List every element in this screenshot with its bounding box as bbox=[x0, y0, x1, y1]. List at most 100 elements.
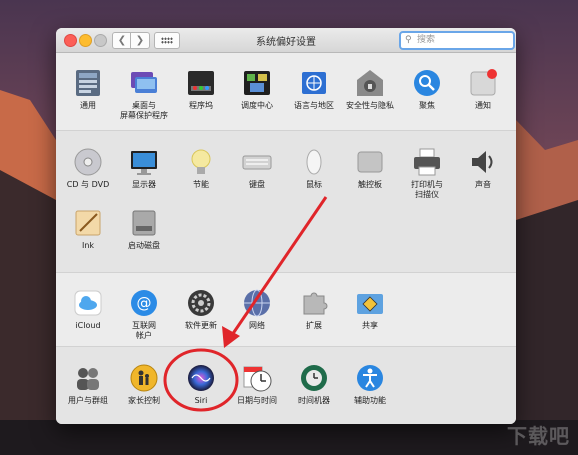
siri-icon bbox=[186, 363, 216, 393]
pref-mouse[interactable]: 鼠标 bbox=[286, 147, 342, 190]
pref-label: 调度中心 bbox=[241, 101, 273, 110]
pref-siri[interactable]: Siri bbox=[173, 363, 229, 406]
section-hardware: CD 与 DVD 显示器 节能 键盘 鼠标 触控板 打印机与 扫描仪 声音 In… bbox=[56, 130, 516, 273]
pref-startup-disk[interactable]: 启动磁盘 bbox=[116, 208, 172, 251]
section-personal: 通用 桌面与 屏幕保护程序 程序坞 调度中心 语言与地区 安全性与隐私 聚焦 通… bbox=[56, 53, 516, 130]
system-preferences-window: ❮ ❯ 系统偏好设置 ⚲ 搜索 通用 桌面与 屏幕保护程序 程序坞 调度中心 语… bbox=[56, 28, 516, 424]
date-time-icon bbox=[242, 363, 272, 393]
pref-label: 日期与时间 bbox=[237, 396, 277, 405]
pref-label: 时间机器 bbox=[298, 396, 330, 405]
pref-ink[interactable]: Ink bbox=[60, 208, 116, 251]
time-machine-icon bbox=[299, 363, 329, 393]
pref-displays[interactable]: 显示器 bbox=[116, 147, 172, 190]
svg-text:@: @ bbox=[137, 294, 152, 312]
pref-label: 语言与地区 bbox=[294, 101, 334, 110]
general-icon bbox=[73, 68, 103, 98]
pref-label: 安全性与隐私 bbox=[346, 101, 394, 110]
pref-label: 辅助功能 bbox=[354, 396, 386, 405]
pref-spotlight[interactable]: 聚焦 bbox=[399, 68, 455, 111]
pref-label: 鼠标 bbox=[306, 180, 322, 189]
pref-desktop-screensaver[interactable]: 桌面与 屏幕保护程序 bbox=[116, 68, 172, 121]
dock-icon bbox=[186, 68, 216, 98]
pref-label: 打印机与 扫描仪 bbox=[411, 180, 443, 199]
mission-control-icon bbox=[242, 68, 272, 98]
ink-icon bbox=[73, 208, 103, 238]
search-placeholder: 搜索 bbox=[417, 35, 436, 45]
pref-label: Ink bbox=[81, 241, 95, 250]
pref-label: 通知 bbox=[475, 101, 491, 110]
displays-icon bbox=[129, 147, 159, 177]
pref-label: 触控板 bbox=[358, 180, 382, 189]
pref-label: 家长控制 bbox=[128, 396, 160, 405]
pref-internet-accounts[interactable]: @ 互联网 帐户 bbox=[116, 288, 172, 341]
search-icon: ⚲ bbox=[405, 35, 412, 45]
startup-disk-icon bbox=[129, 208, 159, 238]
security-privacy-icon bbox=[355, 68, 385, 98]
pref-label: 程序坞 bbox=[189, 101, 213, 110]
pref-label: 桌面与 屏幕保护程序 bbox=[120, 101, 168, 120]
pref-label: 启动磁盘 bbox=[128, 241, 160, 250]
mouse-icon bbox=[299, 147, 329, 177]
cd-dvd-icon bbox=[73, 147, 103, 177]
pref-sharing[interactable]: 共享 bbox=[342, 288, 398, 331]
pref-label: 用户与群组 bbox=[68, 396, 108, 405]
watermark: 下载吧 bbox=[507, 424, 570, 448]
extensions-icon bbox=[299, 288, 329, 318]
pref-language-region[interactable]: 语言与地区 bbox=[286, 68, 342, 111]
pref-date-time[interactable]: 日期与时间 bbox=[229, 363, 285, 406]
spotlight-icon bbox=[412, 68, 442, 98]
pref-extensions[interactable]: 扩展 bbox=[286, 288, 342, 331]
pref-general[interactable]: 通用 bbox=[60, 68, 116, 111]
energy-saver-icon bbox=[186, 147, 216, 177]
pref-sound[interactable]: 声音 bbox=[455, 147, 511, 190]
internet-accounts-icon: @ bbox=[129, 288, 159, 318]
network-icon bbox=[242, 288, 272, 318]
pref-label: 互联网 帐户 bbox=[132, 321, 156, 340]
pref-cd-dvd[interactable]: CD 与 DVD bbox=[60, 147, 116, 190]
pref-notifications[interactable]: 通知 bbox=[455, 68, 511, 111]
pref-trackpad[interactable]: 触控板 bbox=[342, 147, 398, 190]
pref-security-privacy[interactable]: 安全性与隐私 bbox=[342, 68, 398, 111]
section-internet: iCloud @ 互联网 帐户 软件更新 网络 扩展 共享 bbox=[56, 272, 516, 347]
pref-label: CD 与 DVD bbox=[66, 180, 110, 189]
pref-label: 扩展 bbox=[306, 321, 322, 330]
sound-icon bbox=[468, 147, 498, 177]
section-system: 用户与群组 家长控制 Siri 日期与时间 时间机器 辅助功能 bbox=[56, 346, 516, 424]
pref-label: Siri bbox=[194, 396, 208, 405]
pref-keyboard[interactable]: 键盘 bbox=[229, 147, 285, 190]
pref-energy-saver[interactable]: 节能 bbox=[173, 147, 229, 190]
pref-label: 键盘 bbox=[249, 180, 265, 189]
printers-scanners-icon bbox=[412, 147, 442, 177]
pref-users-groups[interactable]: 用户与群组 bbox=[60, 363, 116, 406]
pref-accessibility[interactable]: 辅助功能 bbox=[342, 363, 398, 406]
pref-label: 软件更新 bbox=[185, 321, 217, 330]
pref-parental-controls[interactable]: 家长控制 bbox=[116, 363, 172, 406]
desktop-screensaver-icon bbox=[129, 68, 159, 98]
language-region-icon bbox=[299, 68, 329, 98]
pref-label: 聚焦 bbox=[419, 101, 435, 110]
keyboard-icon bbox=[242, 147, 272, 177]
pref-icloud[interactable]: iCloud bbox=[60, 288, 116, 331]
icloud-icon bbox=[73, 288, 103, 318]
pref-network[interactable]: 网络 bbox=[229, 288, 285, 331]
parental-controls-icon bbox=[129, 363, 159, 393]
pref-label: iCloud bbox=[75, 321, 101, 330]
accessibility-icon bbox=[355, 363, 385, 393]
title-bar: ❮ ❯ 系统偏好设置 ⚲ 搜索 bbox=[56, 28, 516, 53]
search-field[interactable]: ⚲ 搜索 bbox=[399, 31, 515, 50]
pref-label: 显示器 bbox=[132, 180, 156, 189]
pref-printers-scanners[interactable]: 打印机与 扫描仪 bbox=[399, 147, 455, 200]
sharing-icon bbox=[355, 288, 385, 318]
pref-mission-control[interactable]: 调度中心 bbox=[229, 68, 285, 111]
trackpad-icon bbox=[355, 147, 385, 177]
pref-label: 声音 bbox=[475, 180, 491, 189]
pref-dock[interactable]: 程序坞 bbox=[173, 68, 229, 111]
pref-label: 共享 bbox=[362, 321, 378, 330]
pref-label: 节能 bbox=[193, 180, 209, 189]
pref-software-update[interactable]: 软件更新 bbox=[173, 288, 229, 331]
users-groups-icon bbox=[73, 363, 103, 393]
pref-time-machine[interactable]: 时间机器 bbox=[286, 363, 342, 406]
pref-label: 通用 bbox=[80, 101, 96, 110]
notifications-icon bbox=[468, 68, 498, 98]
software-update-icon bbox=[186, 288, 216, 318]
